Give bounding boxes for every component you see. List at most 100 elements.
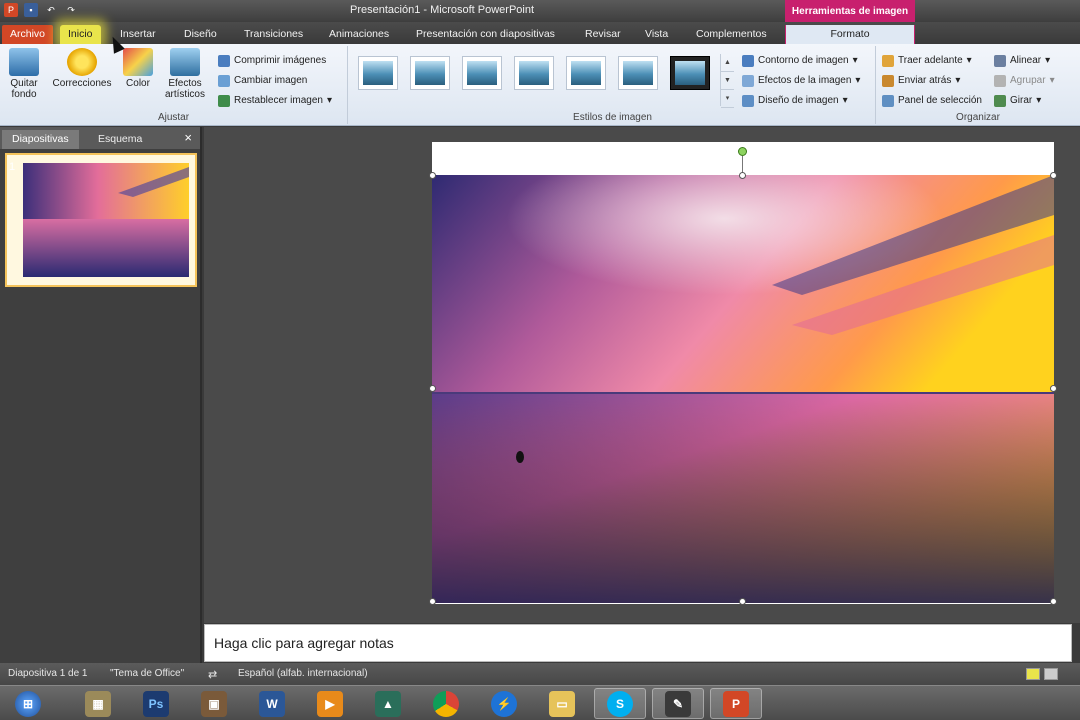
chevron-down-icon: ▾ (1049, 75, 1055, 86)
tab-diapositivas[interactable]: Diapositivas (2, 130, 79, 149)
chevron-down-icon: ▾ (842, 95, 848, 106)
scroll-down-icon[interactable]: ▼ (721, 72, 734, 90)
tab-archivo[interactable]: Archivo (2, 25, 54, 44)
resize-handle-right[interactable] (1050, 385, 1057, 392)
redo-icon[interactable]: ↷ (64, 3, 78, 17)
send-backward-icon (882, 74, 894, 87)
efectos-artisticos-button[interactable]: Efectos artísticos (160, 48, 210, 100)
tab-diseno[interactable]: Diseño (176, 25, 225, 44)
taskbar-word[interactable]: W (246, 688, 298, 719)
slide-info: Diapositiva 1 de 1 (8, 668, 88, 679)
picture-style-3[interactable] (462, 56, 502, 90)
resize-handle-bottom[interactable] (739, 598, 746, 605)
tab-esquema[interactable]: Esquema (88, 130, 152, 149)
enviar-atras-button[interactable]: Enviar atrás ▾ (882, 72, 960, 89)
resize-handle-top-left[interactable] (429, 172, 436, 179)
comprimir-imagenes-button[interactable]: Comprimir imágenes (218, 52, 326, 69)
language-indicator[interactable]: Español (alfab. internacional) (238, 668, 368, 679)
group-label-ajustar: Ajustar (157, 112, 190, 123)
sun-icon (67, 48, 97, 76)
normal-view-icon[interactable] (1026, 668, 1040, 680)
taskbar-app-6[interactable]: ▲ (362, 688, 414, 719)
slide-number: 1 (9, 161, 16, 173)
taskbar-photoshop[interactable]: Ps (130, 688, 182, 719)
taskbar-powerpoint[interactable]: P (710, 688, 762, 719)
cambiar-imagen-button[interactable]: Cambiar imagen (218, 72, 307, 89)
taskbar-app-1[interactable]: ▦ (72, 688, 124, 719)
folder-icon: ▭ (549, 690, 575, 717)
picture-style-7[interactable] (670, 56, 710, 90)
girar-button[interactable]: Girar ▾ (994, 92, 1041, 109)
picture-style-4[interactable] (514, 56, 554, 90)
undo-icon[interactable]: ↶ (44, 3, 58, 17)
picture-style-1[interactable] (358, 56, 398, 90)
powerpoint-icon: P (723, 690, 749, 717)
picture-style-6[interactable] (618, 56, 658, 90)
traer-adelante-button[interactable]: Traer adelante ▾ (882, 52, 972, 69)
tab-complementos[interactable]: Complementos (688, 25, 775, 44)
taskbar-app-8[interactable]: ⚡ (478, 688, 530, 719)
taskbar-chrome[interactable] (420, 688, 472, 719)
taskbar-app-3[interactable]: ▣ (188, 688, 240, 719)
skype-icon: S (607, 690, 633, 717)
start-button[interactable]: ⊞ (2, 688, 54, 719)
windows-start-icon: ⊞ (15, 690, 41, 717)
alinear-button[interactable]: Alinear ▾ (994, 52, 1050, 69)
tab-inicio[interactable]: Inicio (60, 25, 101, 44)
tab-transiciones[interactable]: Transiciones (236, 25, 311, 44)
align-icon (994, 54, 1006, 67)
powerpoint-window: P ▪ ↶ ↷ Presentación1 - Microsoft PowerP… (0, 0, 1080, 720)
powerpoint-app-icon[interactable]: P (4, 3, 18, 17)
resize-handle-bottom-right[interactable] (1050, 598, 1057, 605)
taskbar-skype[interactable]: S (594, 688, 646, 719)
photoshop-icon: Ps (143, 690, 169, 717)
tab-revisar[interactable]: Revisar (577, 25, 629, 44)
picture-style-2[interactable] (410, 56, 450, 90)
ribbon: Quitar fondo Correcciones Color Efectos … (0, 44, 1080, 126)
resize-handle-top-right[interactable] (1050, 172, 1057, 179)
slide-sorter-icon[interactable] (1044, 668, 1058, 680)
resize-handle-left[interactable] (429, 385, 436, 392)
taskbar-explorer[interactable]: ▭ (536, 688, 588, 719)
panel-seleccion-button[interactable]: Panel de selección (882, 92, 982, 109)
picture-style-5[interactable] (566, 56, 606, 90)
sunset-picture[interactable] (432, 175, 1054, 603)
save-icon[interactable]: ▪ (24, 3, 38, 17)
restablecer-imagen-button[interactable]: Restablecer imagen ▾ (218, 92, 332, 109)
pane-tabs: Diapositivas Esquema × (0, 127, 200, 149)
tab-animaciones[interactable]: Animaciones (321, 25, 397, 44)
more-styles-icon[interactable]: ▾ (721, 90, 734, 108)
tools-app-icon: ✎ (665, 690, 691, 717)
group-ajustar: Quitar fondo Correcciones Color Efectos … (0, 46, 348, 124)
chevron-down-icon: ▾ (955, 75, 961, 86)
contorno-imagen-button[interactable]: Contorno de imagen ▾ (742, 52, 858, 69)
picture-layout-icon (742, 94, 754, 107)
chevron-down-icon: ▾ (966, 55, 972, 66)
taskbar-app-11[interactable]: ✎ (652, 688, 704, 719)
tab-presentacion[interactable]: Presentación con diapositivas (408, 25, 563, 44)
taskbar-media-player[interactable]: ▶ (304, 688, 356, 719)
slide-thumbnail[interactable] (5, 153, 197, 287)
correcciones-button[interactable]: Correcciones (50, 48, 114, 89)
slides-pane: Diapositivas Esquema × 1 (0, 127, 202, 663)
agrupar-button[interactable]: Agrupar ▾ (994, 72, 1055, 89)
group-label-estilos: Estilos de imagen (573, 112, 652, 123)
resize-handle-top[interactable] (739, 172, 746, 179)
tab-formato[interactable]: Formato (785, 25, 915, 44)
quitar-fondo-button[interactable]: Quitar fondo (4, 48, 44, 100)
rotation-handle[interactable] (738, 147, 747, 156)
efectos-imagen-button[interactable]: Efectos de la imagen ▾ (742, 72, 860, 89)
resize-handle-bottom-left[interactable] (429, 598, 436, 605)
color-icon (123, 48, 153, 76)
notes-pane[interactable]: Haga clic para agregar notas (204, 624, 1072, 662)
diseno-imagen-button[interactable]: Diseño de imagen ▾ (742, 92, 848, 109)
scroll-up-icon[interactable]: ▲ (721, 54, 734, 72)
thumbnail-image (23, 163, 189, 277)
group-organizar: Traer adelante ▾ Enviar atrás ▾ Panel de… (878, 46, 1078, 124)
tab-vista[interactable]: Vista (637, 25, 676, 44)
gallery-scrollbar[interactable]: ▲ ▼ ▾ (720, 54, 734, 108)
group-label-organizar: Organizar (956, 112, 1000, 123)
spellcheck-icon[interactable]: ⇄ (208, 668, 217, 681)
close-icon[interactable]: × (184, 130, 192, 145)
color-button[interactable]: Color (118, 48, 158, 89)
